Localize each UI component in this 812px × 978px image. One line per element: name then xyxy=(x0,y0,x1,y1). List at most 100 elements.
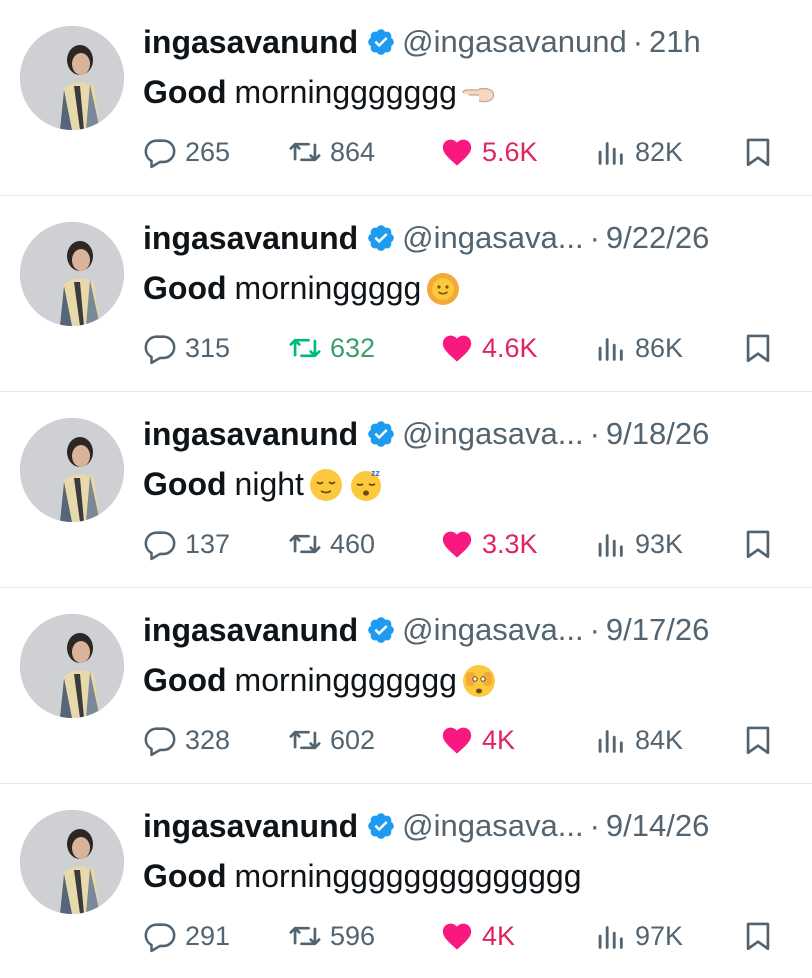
retweet-button[interactable]: 632 xyxy=(288,328,375,368)
tweet-text-lead: Good xyxy=(143,661,227,698)
tweet-text-rest: morningggggggggggggg xyxy=(234,857,582,894)
like-button[interactable]: 4K xyxy=(440,720,515,760)
display-name[interactable]: ingasavanund xyxy=(143,416,358,453)
avatar[interactable] xyxy=(20,614,124,718)
views-button[interactable]: 86K xyxy=(593,328,683,368)
separator-dot: · xyxy=(589,612,600,647)
timestamp[interactable]: 9/17/26 xyxy=(606,612,709,648)
like-button[interactable]: 5.6K xyxy=(440,132,538,172)
svg-text:zz: zz xyxy=(371,468,381,478)
tweet-header: ingasavanund @ingasava... · 9/22/26 xyxy=(143,216,709,260)
action-bar: 328 602 4K 84K xyxy=(143,720,783,760)
avatar[interactable] xyxy=(20,810,124,914)
like-count: 4.6K xyxy=(482,332,538,363)
like-count: 5.6K xyxy=(482,136,538,167)
tweet[interactable]: ingasavanund @ingasavanund · 21h Good mo… xyxy=(0,0,812,196)
heart-icon xyxy=(442,727,472,754)
action-bar: 315 632 4.6K 86K xyxy=(143,328,783,368)
tweet[interactable]: ingasavanund @ingasava... · 9/14/26 Good… xyxy=(0,784,812,978)
tweet[interactable]: ingasavanund @ingasava... · 9/17/26 Good… xyxy=(0,588,812,784)
like-button[interactable]: 4.6K xyxy=(440,328,538,368)
separator-dot: · xyxy=(589,416,600,451)
reply-button[interactable]: 265 xyxy=(143,132,230,172)
bookmark-button[interactable] xyxy=(741,524,783,564)
retweet-icon xyxy=(289,338,321,358)
peeking-face-emoji xyxy=(461,663,497,699)
display-name[interactable]: ingasavanund xyxy=(143,612,358,649)
views-button[interactable]: 93K xyxy=(593,524,683,564)
timeline: ingasavanund @ingasavanund · 21h Good mo… xyxy=(0,0,812,978)
retweet-count: 596 xyxy=(330,920,376,951)
bookmark-button[interactable] xyxy=(741,916,783,956)
avatar[interactable] xyxy=(20,26,124,130)
avatar[interactable] xyxy=(20,418,124,522)
verified-badge-icon xyxy=(366,615,396,645)
user-handle[interactable]: @ingasava... xyxy=(402,416,583,452)
bookmark-button[interactable] xyxy=(741,328,783,368)
user-handle[interactable]: @ingasava... xyxy=(402,808,583,844)
retweet-icon xyxy=(289,142,321,162)
tweet-text-lead: Good xyxy=(143,73,227,110)
reply-icon xyxy=(144,727,176,757)
tweet-text: Good morninggggg xyxy=(143,264,461,312)
avatar[interactable] xyxy=(20,222,124,326)
display-name[interactable]: ingasavanund xyxy=(143,220,358,257)
like-button[interactable]: 4K xyxy=(440,916,515,956)
reply-button[interactable]: 137 xyxy=(143,524,230,564)
timestamp[interactable]: 9/14/26 xyxy=(606,808,709,844)
timestamp[interactable]: 9/22/26 xyxy=(606,220,709,256)
views-count: 86K xyxy=(635,332,684,363)
reply-button[interactable]: 328 xyxy=(143,720,230,760)
views-count: 97K xyxy=(635,920,684,951)
emoji-group xyxy=(457,661,497,700)
reply-button[interactable]: 315 xyxy=(143,328,230,368)
display-name[interactable]: ingasavanund xyxy=(143,808,358,845)
reply-count: 328 xyxy=(185,724,231,755)
tweet-header: ingasavanund @ingasavanund · 21h xyxy=(143,20,701,64)
like-count: 4K xyxy=(482,920,516,951)
retweet-button[interactable]: 864 xyxy=(288,132,375,172)
analytics-icon xyxy=(598,730,623,753)
retweet-count: 602 xyxy=(330,724,376,755)
views-count: 82K xyxy=(635,136,684,167)
tweet[interactable]: ingasavanund @ingasava... · 9/22/26 Good… xyxy=(0,196,812,392)
timestamp[interactable]: 9/18/26 xyxy=(606,416,709,452)
retweet-count: 460 xyxy=(330,528,376,559)
reply-icon xyxy=(144,139,176,169)
reply-button[interactable]: 291 xyxy=(143,916,230,956)
user-handle[interactable]: @ingasava... xyxy=(402,612,583,648)
separator-dot: · xyxy=(632,24,644,59)
views-button[interactable]: 82K xyxy=(593,132,683,172)
verified-badge-icon xyxy=(366,223,396,253)
pointing-hand-emoji xyxy=(461,75,497,111)
tweet-text: Good morninggggggg xyxy=(143,656,497,704)
views-button[interactable]: 84K xyxy=(593,720,683,760)
views-button[interactable]: 97K xyxy=(593,916,683,956)
tweet-text-lead: Good xyxy=(143,465,227,502)
display-name[interactable]: ingasavanund xyxy=(143,24,358,61)
retweet-button[interactable]: 602 xyxy=(288,720,375,760)
bookmark-button[interactable] xyxy=(741,720,783,760)
like-button[interactable]: 3.3K xyxy=(440,524,538,564)
heart-icon xyxy=(442,531,472,558)
user-handle[interactable]: @ingasava... xyxy=(402,220,583,256)
tweet-text-lead: Good xyxy=(143,269,227,306)
timestamp[interactable]: 21h xyxy=(649,24,701,60)
retweet-button[interactable]: 596 xyxy=(288,916,375,956)
user-handle[interactable]: @ingasavanund xyxy=(402,24,627,60)
action-bar: 265 864 5.6K 82K xyxy=(143,132,783,172)
tweet-header: ingasavanund @ingasava... · 9/18/26 xyxy=(143,412,709,456)
bookmark-icon xyxy=(746,726,770,755)
action-bar: 291 596 4K 97K xyxy=(143,916,783,956)
retweet-button[interactable]: 460 xyxy=(288,524,375,564)
like-count: 3.3K xyxy=(482,528,538,559)
relieved-face-emoji xyxy=(308,467,344,503)
tweet[interactable]: ingasavanund @ingasava... · 9/18/26 Good… xyxy=(0,392,812,588)
heart-icon xyxy=(442,923,472,950)
bookmark-button[interactable] xyxy=(741,132,783,172)
retweet-icon xyxy=(289,534,321,554)
emoji-group: zz xyxy=(304,465,384,504)
tweet-text-rest: morninggggggg xyxy=(234,661,457,698)
tweet-text: Good night zz xyxy=(143,460,384,508)
analytics-icon xyxy=(598,926,623,949)
